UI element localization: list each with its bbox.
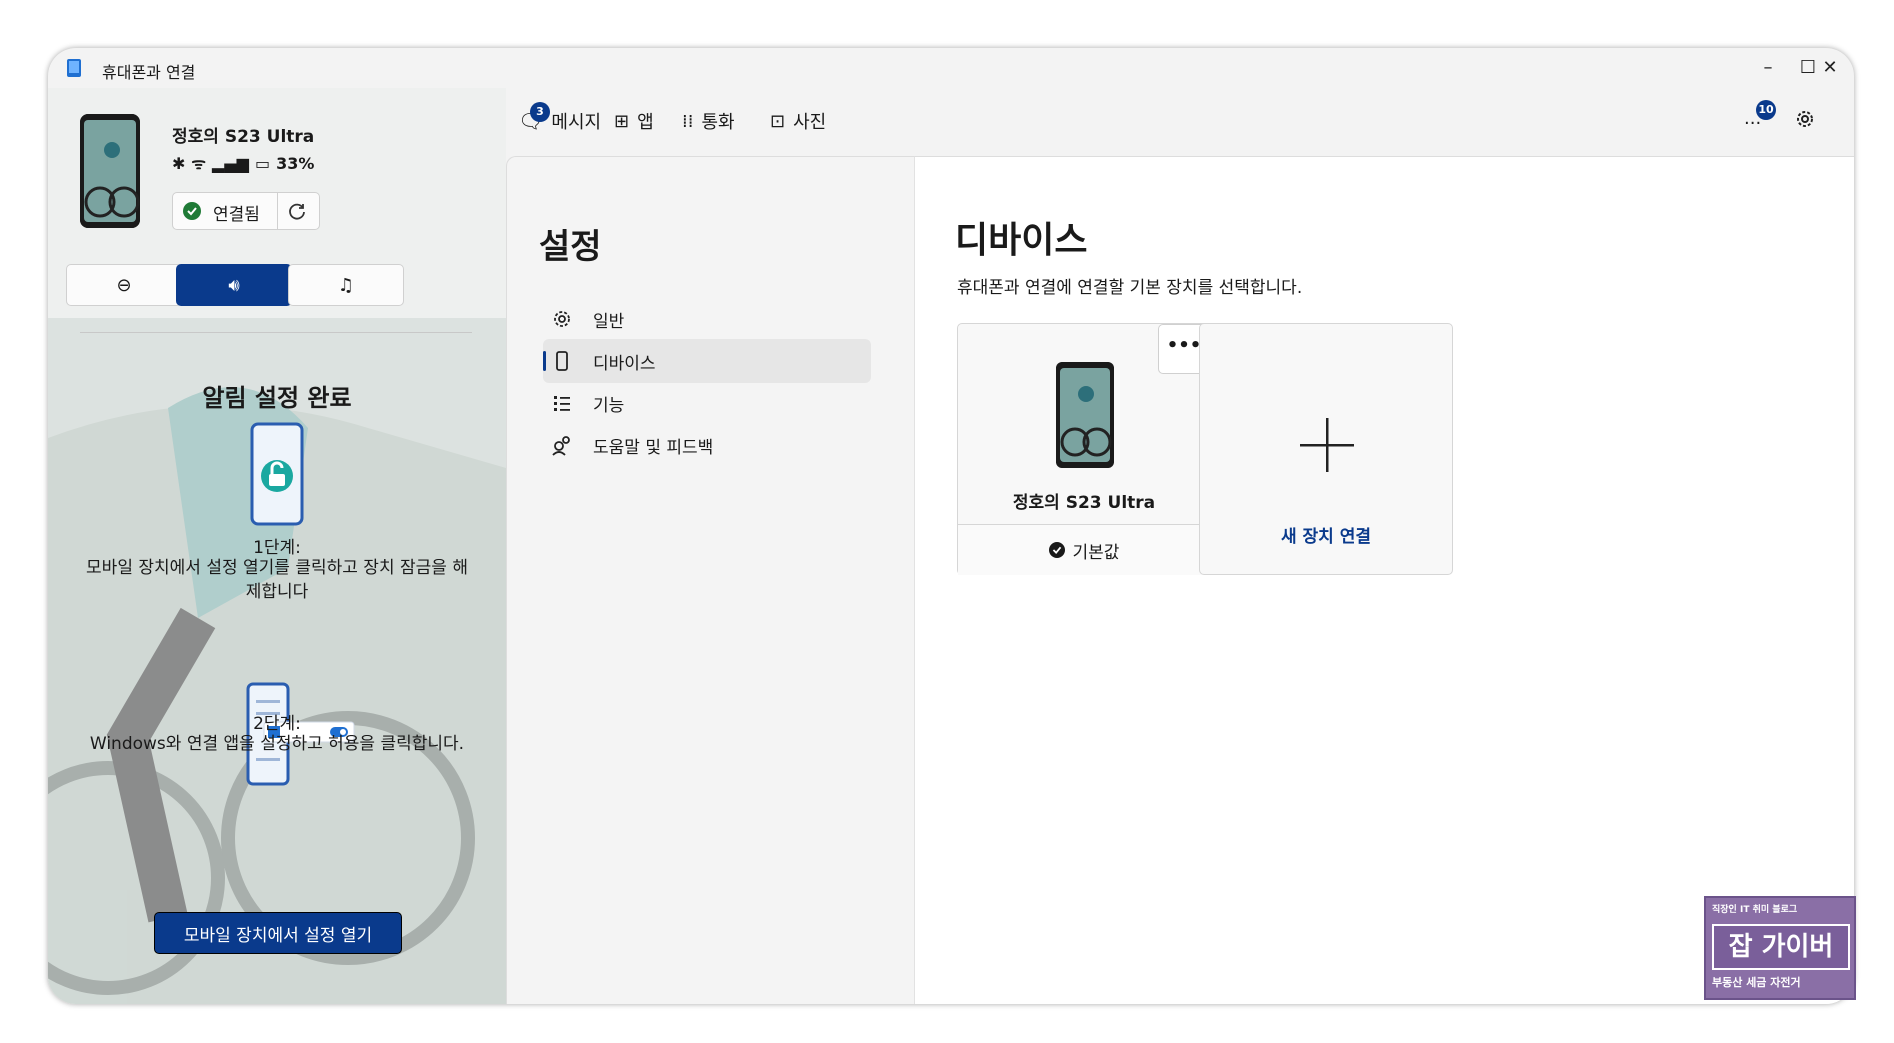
- blog-watermark: 직장인 IT 취미 블로그 잡 가이버 부동산 세금 자전거: [1704, 896, 1856, 1000]
- settings-item-devices[interactable]: 디바이스: [543, 339, 871, 383]
- battery-level: 33%: [276, 153, 315, 173]
- title-bar: 휴대폰과 연결 – ☐ ✕: [48, 48, 1854, 88]
- wifi-icon: ᯤ: [191, 154, 207, 173]
- notifications-more-button[interactable]: ... 10: [1744, 100, 1776, 129]
- music-note-icon: ♫: [337, 274, 355, 296]
- dialpad-icon: ⁞⁞: [682, 110, 694, 132]
- connection-status-button[interactable]: 연결됨: [172, 192, 320, 230]
- bluetooth-icon: ✱: [172, 153, 186, 173]
- do-not-disturb-button[interactable]: ⊖: [66, 264, 182, 306]
- photo-icon: ⊡: [770, 110, 786, 132]
- minus-circle-icon: ⊖: [116, 274, 132, 296]
- tab-photos-label: 사진: [793, 112, 827, 133]
- tab-messages[interactable]: 🗨︎ 3 메시지: [518, 102, 602, 134]
- watermark-top-text: 직장인 IT 취미 블로그: [1712, 905, 1798, 915]
- tab-calls-label: 통화: [701, 112, 735, 133]
- app-window: 휴대폰과 연결 – ☐ ✕ 정호의 S23 Ultra ✱ ᯤ ▂▄▆ ▭ 33…: [48, 48, 1854, 1004]
- tab-messages-label: 메시지: [551, 112, 602, 133]
- tab-apps[interactable]: ⊞ 앱: [614, 108, 654, 134]
- page-subtitle: 휴대폰과 연결에 연결할 기본 장치를 선택합니다.: [957, 278, 1303, 298]
- settings-item-label: 디바이스: [593, 353, 656, 374]
- open-settings-on-mobile-button[interactable]: 모바일 장치에서 설정 열기: [154, 912, 402, 954]
- apps-grid-icon: ⊞: [614, 110, 630, 132]
- speaker-icon: 🔊︎: [228, 274, 240, 296]
- connected-check-icon: [183, 202, 201, 220]
- sidebar-divider: [80, 332, 472, 333]
- messages-badge: 3: [530, 102, 550, 122]
- volume-button[interactable]: 🔊︎: [176, 264, 292, 306]
- minimize-button[interactable]: –: [1746, 54, 1790, 82]
- settings-button[interactable]: [1794, 108, 1816, 130]
- device-card-name: 정호의 S23 Ultra: [1012, 493, 1156, 513]
- device-name: 정호의 S23 Ultra: [172, 127, 315, 147]
- gear-icon: [554, 311, 570, 327]
- watermark-bottom-text: 부동산 세금 자전거: [1712, 976, 1801, 989]
- close-button[interactable]: ✕: [1808, 54, 1852, 82]
- device-card[interactable]: ••• 정호의 S23 Ultra 기본값: [957, 323, 1211, 575]
- tab-photos[interactable]: ⊡ 사진: [770, 108, 826, 134]
- settings-item-general[interactable]: 일반: [543, 297, 871, 341]
- notification-setup-title: 알림 설정 완료: [202, 384, 352, 412]
- device-thumbnail: [80, 114, 140, 228]
- app-logo-icon: [67, 59, 81, 77]
- gear-icon: [1797, 111, 1813, 127]
- check-circle-icon: [1048, 542, 1065, 558]
- device-default-status: 기본값: [958, 524, 1210, 575]
- step2-text: Windows와 연결 앱을 설정하고 허용을 클릭합니다.: [89, 734, 465, 754]
- tab-calls[interactable]: ⁞⁞ 통화: [682, 108, 735, 134]
- tab-apps-label: 앱: [637, 112, 654, 133]
- signal-icon: ▂▄▆: [212, 153, 249, 173]
- default-label: 기본값: [1072, 542, 1120, 563]
- page-title: 디바이스: [955, 220, 1088, 261]
- notifications-badge: 10: [1756, 100, 1776, 120]
- add-device-label: 새 장치 연결: [1280, 527, 1372, 547]
- settings-item-label: 일반: [593, 311, 625, 332]
- device-status-row: ✱ ᯤ ▂▄▆ ▭ 33%: [172, 152, 314, 174]
- settings-navigation: 설정 일반 디바이스 기능 도움말 및 피드백: [506, 156, 915, 1004]
- devices-content: 디바이스 휴대폰과 연결에 연결할 기본 장치를 선택합니다. ••• 정호의 …: [914, 156, 1854, 1004]
- step1-text: 모바일 장치에서 설정 열기를 클릭하고 장치 잠금을 해제합니다: [86, 558, 468, 602]
- device-card-image: [1056, 362, 1114, 468]
- top-navigation: 🗨︎ 3 메시지 ⊞ 앱 ⁞⁞ 통화 ⊡ 사진 ... 10: [506, 88, 1854, 161]
- cyclist-background-image: [48, 318, 506, 1004]
- device-sidebar: 정호의 S23 Ultra ✱ ᯤ ▂▄▆ ▭ 33% 연결됨 ⊖ 🔊︎ ♫ 알…: [48, 88, 506, 1004]
- window-title: 휴대폰과 연결: [102, 63, 196, 82]
- watermark-logo-text: 잡 가이버: [1712, 924, 1850, 970]
- settings-item-features[interactable]: 기능: [543, 381, 871, 425]
- refresh-icon[interactable]: [287, 201, 307, 221]
- settings-item-label: 도움말 및 피드백: [593, 437, 714, 458]
- settings-item-help-feedback[interactable]: 도움말 및 피드백: [543, 423, 871, 467]
- settings-title: 설정: [539, 227, 602, 267]
- media-button[interactable]: ♫: [288, 264, 404, 306]
- plus-icon: [1300, 418, 1354, 472]
- divider: [277, 193, 278, 229]
- selected-indicator: [543, 351, 546, 371]
- settings-item-label: 기능: [593, 395, 625, 416]
- battery-icon: ▭: [254, 153, 271, 173]
- list-icon: [554, 396, 570, 411]
- add-device-card[interactable]: 새 장치 연결: [1199, 323, 1453, 575]
- phone-icon: [556, 351, 568, 371]
- phone-unlock-illustration: [250, 422, 304, 526]
- people-icon: [552, 436, 570, 456]
- connected-label: 연결됨: [213, 205, 260, 225]
